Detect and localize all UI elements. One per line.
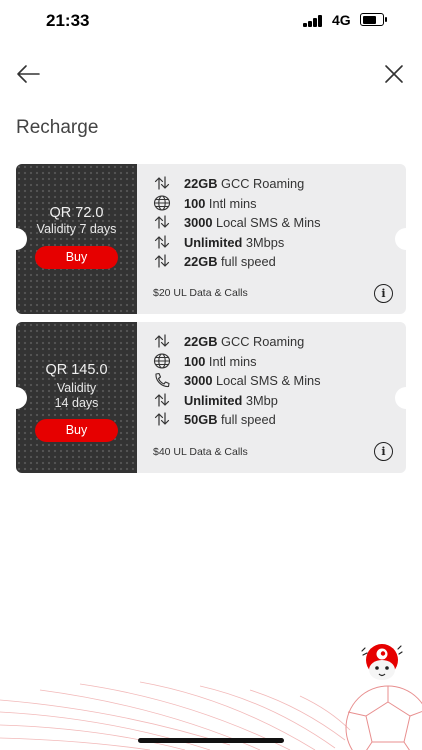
status-bar: 21:33 4G [0,0,422,42]
globe-icon [153,195,171,211]
info-icon[interactable]: i [374,442,393,461]
buy-button[interactable]: Buy [35,419,118,442]
ticket-notch [395,228,406,250]
feature-label: Intl mins [208,195,257,211]
feature-label: Local SMS & Mins [216,215,321,230]
feature-value: 100 [184,195,206,211]
plan-description: $20 UL Data & Calls [153,287,248,299]
battery-icon [360,13,387,26]
roaming-arrows-icon [153,411,171,427]
feature-label: full speed [221,254,276,269]
ticket-notch [395,386,406,409]
feature-label: GCC Roaming [221,176,305,191]
info-icon[interactable]: i [374,284,393,303]
plan-price: QR 145.0 [45,362,108,378]
buy-button[interactable]: Buy [35,246,118,269]
globe-icon [153,353,171,369]
feature-label: Local SMS & Mins [216,373,321,388]
feature-label: Intl mins [208,353,257,369]
roaming-arrows-icon [153,214,171,230]
plan-description: $40 UL Data & Calls [153,446,248,458]
roaming-arrows-icon [153,175,171,191]
plan-price-panel: QR 145.0 Validity 14 days Buy [16,322,137,473]
feature-value: 3000 [184,215,213,230]
feature-value: Unlimited [184,392,243,408]
plan-price: QR 72.0 [49,205,104,221]
status-time: 21:33 [46,11,90,30]
page-title: Recharge [16,117,99,138]
feature-value: Unlimited [184,234,243,250]
feature-value: 3000 [184,373,213,388]
feature-label: 3Mbps [245,234,285,250]
plan-price-panel: QR 72.0 Validity 7 days Buy [16,164,137,314]
feature-value: 50GB [184,412,218,427]
network-type: 4G [332,12,351,28]
roaming-arrows-icon [153,234,171,250]
back-button[interactable] [14,62,42,86]
roaming-arrows-icon [153,253,171,269]
close-icon [385,65,403,83]
feature-label: full speed [221,412,276,427]
plan-validity-line2: 14 days [54,396,99,410]
roaming-arrows-icon [153,333,171,349]
feature-label: GCC Roaming [221,334,305,349]
plan-validity: Validity 7 days [36,222,117,236]
plan-card[interactable]: QR 72.0 Validity 7 days Buy 22GB GCC Roa… [16,164,406,314]
feature-value: 22GB [184,334,218,349]
feature-value: 22GB [184,254,218,269]
tobi-assistant-button[interactable] [359,643,403,683]
plan-card[interactable]: QR 145.0 Validity 14 days Buy 22GB GCC R… [16,322,406,473]
signal-icon [303,15,327,27]
feature-value: 100 [184,353,206,369]
phone-icon [153,372,171,388]
arrow-left-icon [17,65,40,83]
roaming-arrows-icon [153,392,171,408]
feature-label: 3Mbp [245,392,278,408]
tobi-mascot-icon [361,644,403,680]
home-indicator[interactable] [138,738,284,743]
plan-validity-line1: Validity [56,381,97,395]
close-button[interactable] [383,63,405,85]
feature-value: 22GB [184,176,218,191]
